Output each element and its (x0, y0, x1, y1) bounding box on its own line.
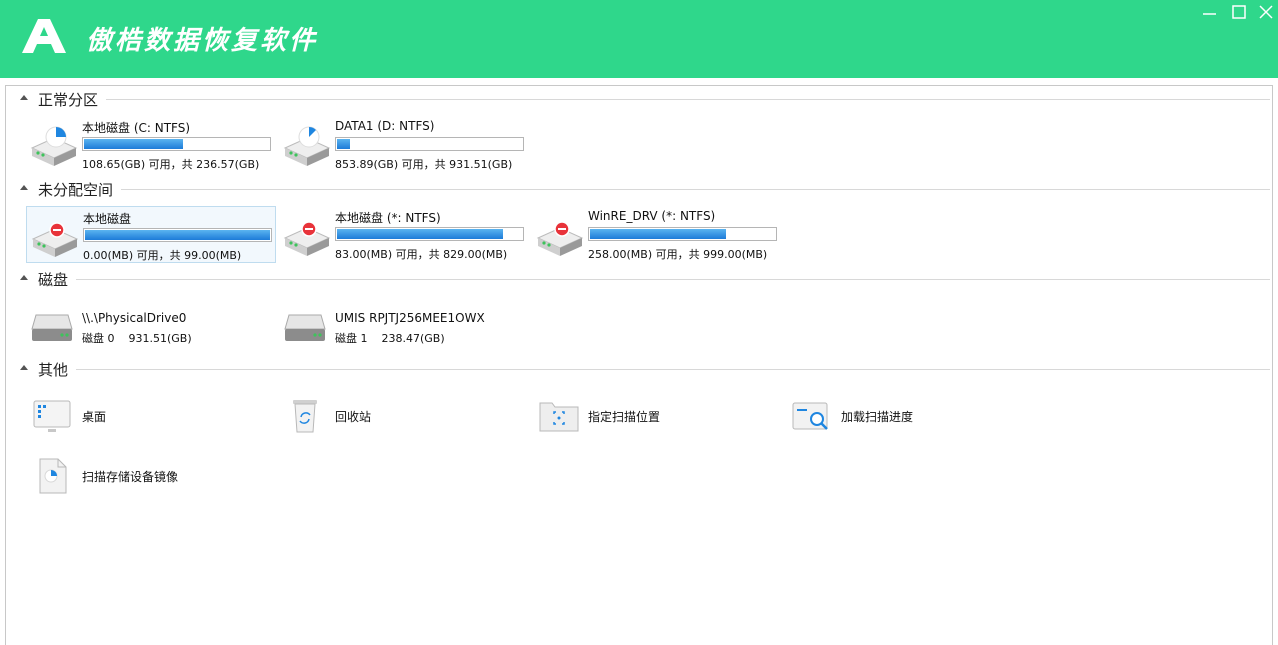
other-item-recycle-bin[interactable]: 回收站 (279, 393, 499, 437)
partition-name: 本地磁盘 (83, 212, 132, 226)
section-unallocated[interactable]: 未分配空间 (20, 178, 1270, 200)
other-item-disk-image[interactable]: 扫描存储设备镜像 (26, 453, 246, 497)
partition-info: 108.65(GB) 可用，共 236.57(GB) (82, 158, 260, 171)
other-item-label: 桌面 (82, 410, 107, 424)
disk-name: UMIS RPJTJ256MEE1OWX (335, 311, 485, 325)
partition-item[interactable]: DATA1 (D: NTFS) 853.89(GB) 可用，共 931.51(G… (279, 116, 529, 173)
section-title: 未分配空间 (38, 179, 122, 200)
usage-bar-fill (85, 230, 270, 240)
section-normal-partitions[interactable]: 正常分区 (20, 88, 1270, 110)
other-item-label: 回收站 (335, 410, 372, 424)
collapse-triangle-icon[interactable] (20, 275, 28, 280)
app-logo-icon (22, 19, 66, 53)
collapse-triangle-icon[interactable] (20, 95, 28, 100)
collapse-triangle-icon[interactable] (20, 365, 28, 370)
partition-info: 0.00(MB) 可用，共 99.00(MB) (83, 249, 242, 262)
error-drive-icon (283, 221, 331, 256)
error-drive-icon (536, 221, 584, 256)
maximize-icon[interactable] (1229, 3, 1249, 23)
partition-item-selected[interactable]: 本地磁盘 0.00(MB) 可用，共 99.00(MB) (26, 206, 276, 263)
partition-name: 本地磁盘 (C: NTFS) (82, 121, 191, 135)
close-icon[interactable] (1256, 3, 1276, 23)
usage-bar-fill (337, 139, 350, 149)
other-item-label: 加载扫描进度 (841, 410, 914, 424)
pie-chart-drive-icon (283, 126, 331, 166)
divider (38, 99, 1270, 100)
partition-name: DATA1 (D: NTFS) (335, 119, 435, 133)
section-disks[interactable]: 磁盘 (20, 268, 1270, 290)
usage-bar-fill (84, 139, 183, 149)
disk-item[interactable]: UMIS RPJTJ256MEE1OWX 磁盘 1 238.47(GB) (279, 306, 529, 350)
disk-size: 238.47(GB) (381, 332, 445, 345)
divider (38, 189, 1270, 190)
other-item-desktop[interactable]: 桌面 (26, 393, 246, 437)
desktop-icon (33, 400, 71, 432)
partition-info: 258.00(MB) 可用，共 999.00(MB) (588, 248, 768, 261)
disk-image-icon (39, 458, 67, 494)
section-title: 正常分区 (38, 89, 107, 110)
usage-bar (335, 227, 524, 241)
scan-folder-icon (539, 402, 579, 432)
other-item-label: 扫描存储设备镜像 (82, 470, 179, 484)
collapse-triangle-icon[interactable] (20, 185, 28, 190)
hard-disk-icon (284, 314, 326, 341)
disk-size: 931.51(GB) (128, 332, 192, 345)
hard-disk-icon (31, 314, 73, 341)
usage-bar (83, 228, 272, 242)
divider (38, 279, 1270, 280)
section-title: 其他 (38, 359, 77, 380)
load-progress-icon (792, 402, 828, 430)
disk-info: 磁盘 1 238.47(GB) (335, 330, 459, 346)
section-other[interactable]: 其他 (20, 358, 1270, 380)
divider (38, 369, 1270, 370)
partition-item[interactable]: 本地磁盘 (*: NTFS) 83.00(MB) 可用，共 829.00(MB) (279, 206, 529, 263)
other-item-label: 指定扫描位置 (588, 410, 661, 424)
minimize-icon[interactable] (1200, 3, 1220, 23)
recycle-bin-icon (293, 400, 317, 433)
partition-item[interactable]: WinRE_DRV (*: NTFS) 258.00(MB) 可用，共 999.… (532, 206, 782, 263)
usage-bar (335, 137, 524, 151)
pie-chart-drive-icon (30, 126, 78, 166)
partition-info: 83.00(MB) 可用，共 829.00(MB) (335, 248, 508, 261)
partition-name: WinRE_DRV (*: NTFS) (588, 209, 716, 223)
title-bar: 傲梏数据恢复软件 (0, 0, 1278, 78)
other-item-load-progress[interactable]: 加载扫描进度 (785, 393, 1005, 437)
partition-info: 853.89(GB) 可用，共 931.51(GB) (335, 158, 513, 171)
usage-bar-fill (337, 229, 504, 239)
disk-name: \\.\PhysicalDrive0 (82, 311, 187, 325)
partition-name: 本地磁盘 (*: NTFS) (335, 211, 441, 225)
app-title: 傲梏数据恢复软件 (86, 26, 319, 56)
usage-bar (82, 137, 271, 151)
disk-item[interactable]: \\.\PhysicalDrive0 磁盘 0 931.51(GB) (26, 306, 276, 350)
usage-bar (588, 227, 777, 241)
usage-bar-fill (590, 229, 727, 239)
error-drive-icon (31, 222, 79, 257)
other-item-scan-location[interactable]: 指定扫描位置 (532, 393, 752, 437)
partition-item[interactable]: 本地磁盘 (C: NTFS) 108.65(GB) 可用，共 236.57(GB… (26, 116, 276, 173)
section-title: 磁盘 (38, 269, 77, 290)
disk-label: 磁盘 1 (335, 332, 368, 345)
disk-info: 磁盘 0 931.51(GB) (82, 330, 206, 346)
disk-label: 磁盘 0 (82, 332, 115, 345)
